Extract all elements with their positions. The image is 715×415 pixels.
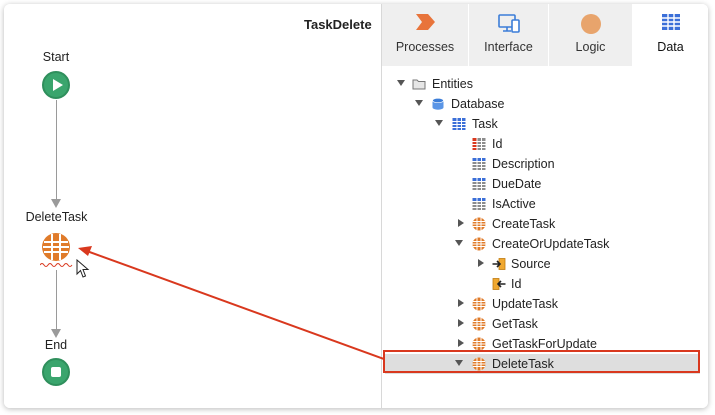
tree-item-createorupdatetask[interactable]: CreateOrUpdateTask xyxy=(382,234,708,254)
expand-caret-icon[interactable] xyxy=(458,299,464,307)
mouse-cursor-icon xyxy=(76,259,90,278)
attribute-icon xyxy=(472,198,486,210)
tree-item-label: Database xyxy=(451,97,505,111)
connector-action-end xyxy=(56,270,57,330)
expand-caret-icon[interactable] xyxy=(455,240,463,246)
tree-item-label: CreateTask xyxy=(492,217,556,231)
end-node[interactable] xyxy=(42,358,70,386)
delete-task-action-node[interactable] xyxy=(41,232,71,262)
tree-item-label: Entities xyxy=(432,77,473,91)
output-parameter-icon xyxy=(492,278,506,290)
tree-item-attribute-id[interactable]: Id xyxy=(382,134,708,154)
database-icon xyxy=(432,97,444,110)
start-label: Start xyxy=(42,50,70,64)
stop-icon xyxy=(51,367,61,377)
tab-data[interactable]: Data xyxy=(633,4,708,66)
interface-icon xyxy=(497,14,520,33)
expand-caret-icon[interactable] xyxy=(455,360,463,366)
tree-item-source[interactable]: Source xyxy=(382,254,708,274)
data-icon xyxy=(661,14,680,30)
attribute-icon xyxy=(472,158,486,170)
panel-tabs: Processes Interface Logic Data xyxy=(382,4,708,66)
tree-item-label: Id xyxy=(492,137,503,151)
error-squiggle xyxy=(40,263,73,267)
entity-icon xyxy=(452,118,466,130)
tree-item-attribute-duedate[interactable]: DueDate xyxy=(382,174,708,194)
tree-item-deletetask[interactable]: DeleteTask xyxy=(385,354,700,374)
flow-title: TaskDelete xyxy=(304,17,372,32)
tree-item-label: DueDate xyxy=(492,177,542,191)
tree-item-label: GetTask xyxy=(492,317,538,331)
expand-caret-icon[interactable] xyxy=(397,80,405,86)
expand-caret-icon[interactable] xyxy=(435,120,443,126)
flow-canvas[interactable]: TaskDelete Start DeleteTask End xyxy=(4,4,382,408)
tree-item-attribute-description[interactable]: Description xyxy=(382,154,708,174)
tree-item-gettaskforupdate[interactable]: GetTaskForUpdate xyxy=(382,334,708,354)
app-window: TaskDelete Start DeleteTask End Processe… xyxy=(4,4,708,408)
tree-item-entities[interactable]: Entities xyxy=(382,74,708,94)
tree-item-updatetask[interactable]: UpdateTask xyxy=(382,294,708,314)
expand-caret-icon[interactable] xyxy=(415,100,423,106)
tab-logic[interactable]: Logic xyxy=(549,4,633,66)
entity-action-icon xyxy=(472,237,486,251)
tab-label: Interface xyxy=(484,40,533,54)
tab-label: Processes xyxy=(395,40,455,54)
tab-label: Logic xyxy=(575,40,606,54)
entity-action-icon xyxy=(472,317,486,331)
entity-action-icon xyxy=(472,217,486,231)
entity-action-icon xyxy=(472,297,486,311)
tree-item-label: Description xyxy=(492,157,555,171)
tree-item-label: DeleteTask xyxy=(492,357,554,371)
folder-icon xyxy=(412,79,426,90)
tab-processes[interactable]: Processes xyxy=(382,4,469,66)
elements-panel: Processes Interface Logic Data Entities … xyxy=(381,4,708,408)
processes-icon xyxy=(416,14,435,30)
start-node[interactable] xyxy=(42,71,70,99)
entity-action-icon xyxy=(472,337,486,351)
action-label: DeleteTask xyxy=(25,210,88,224)
expand-caret-icon[interactable] xyxy=(458,219,464,227)
tree-item-label: Task xyxy=(472,117,498,131)
end-label: End xyxy=(44,338,68,352)
tree-item-label: UpdateTask xyxy=(492,297,559,311)
entity-action-icon xyxy=(42,233,70,261)
tree-item-gettask[interactable]: GetTask xyxy=(382,314,708,334)
tree-item-label: Source xyxy=(511,257,551,271)
input-parameter-icon xyxy=(492,258,506,270)
connector-arrowhead xyxy=(51,199,61,208)
tree-item-label: Id xyxy=(511,277,522,291)
logic-icon xyxy=(580,14,601,34)
entity-action-icon xyxy=(472,357,486,371)
tree-item-database[interactable]: Database xyxy=(382,94,708,114)
tree-item-label: CreateOrUpdateTask xyxy=(492,237,610,251)
attribute-icon xyxy=(472,178,486,190)
tree-item-attribute-isactive[interactable]: IsActive xyxy=(382,194,708,214)
expand-caret-icon[interactable] xyxy=(458,339,464,347)
id-attribute-icon xyxy=(472,138,486,150)
connector-start-action xyxy=(56,100,57,200)
tree-item-task[interactable]: Task xyxy=(382,114,708,134)
tree-item-createtask[interactable]: CreateTask xyxy=(382,214,708,234)
expand-caret-icon[interactable] xyxy=(478,259,484,267)
play-icon xyxy=(53,79,63,91)
tree-item-label: GetTaskForUpdate xyxy=(492,337,597,351)
tab-interface[interactable]: Interface xyxy=(469,4,549,66)
expand-caret-icon[interactable] xyxy=(458,319,464,327)
tree-item-output-id[interactable]: Id xyxy=(382,274,708,294)
tree-item-label: IsActive xyxy=(492,197,536,211)
tab-label: Data xyxy=(657,40,684,54)
connector-arrowhead xyxy=(51,329,61,338)
